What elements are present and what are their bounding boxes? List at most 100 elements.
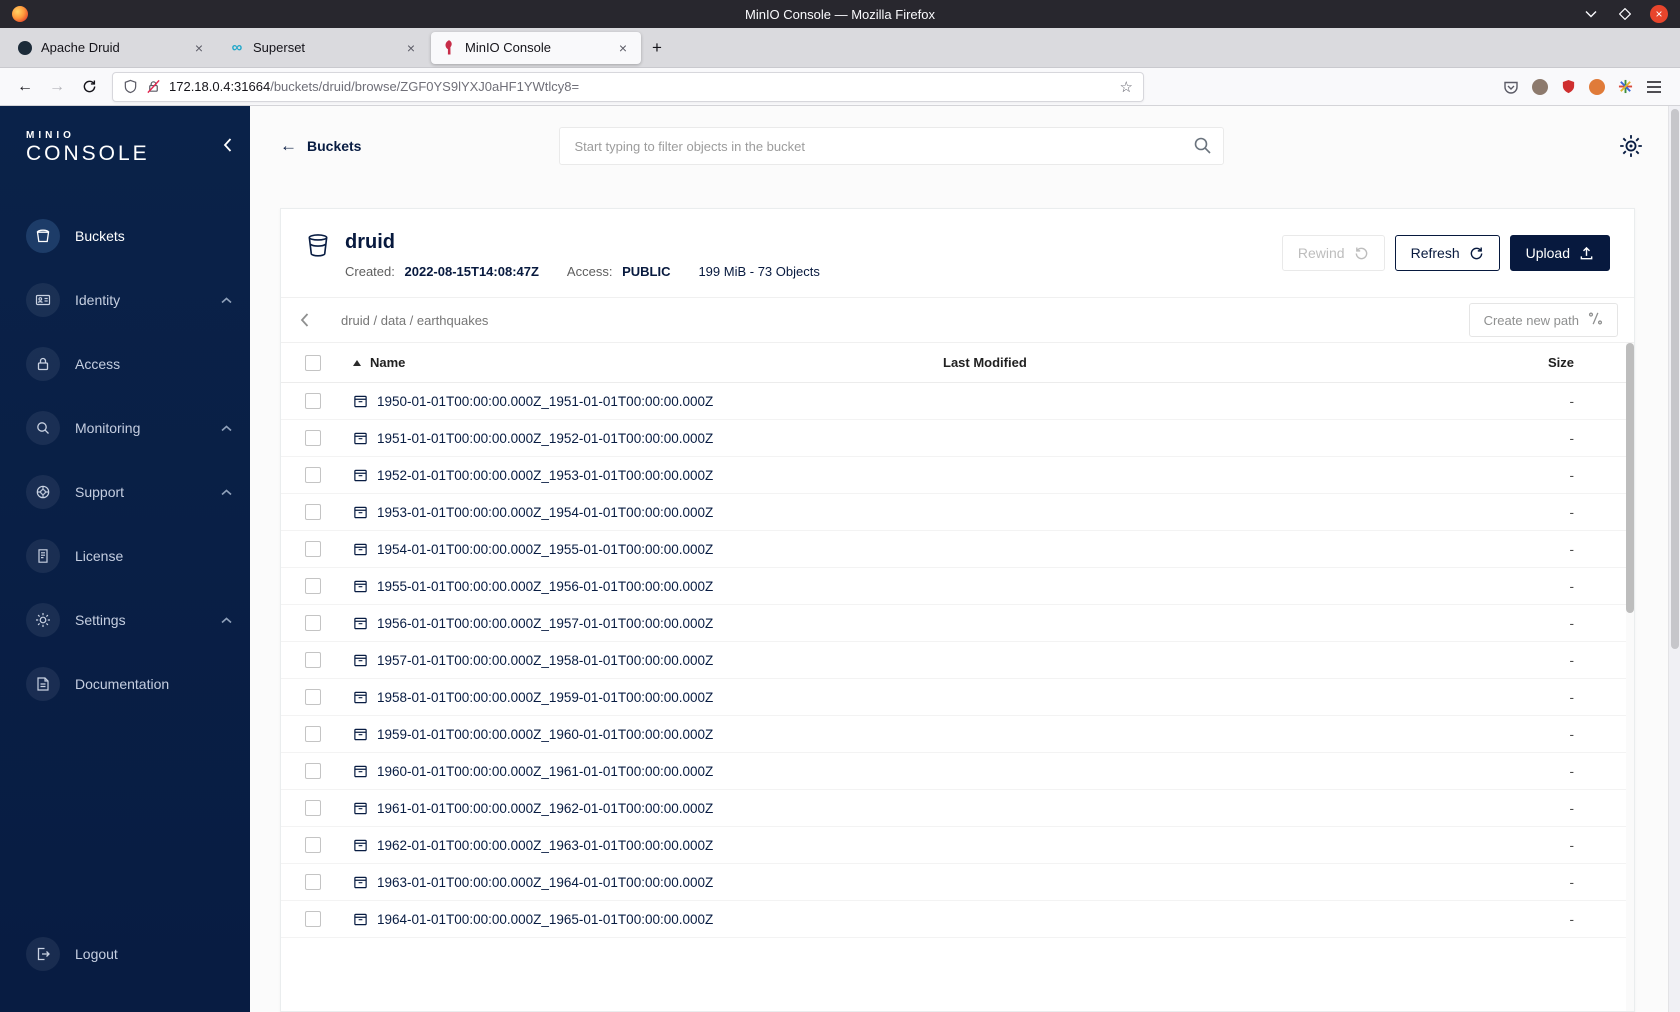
bucket-summary: 199 MiB - 73 Objects: [698, 264, 820, 279]
rewind-button[interactable]: Rewind: [1281, 235, 1385, 271]
table-row[interactable]: 1961-01-01T00:00:00.000Z_1962-01-01T00:0…: [281, 790, 1634, 827]
page-scrollbar-thumb[interactable]: [1671, 109, 1679, 649]
sidebar-collapse-icon[interactable]: [223, 138, 232, 152]
object-name: 1959-01-01T00:00:00.000Z_1960-01-01T00:0…: [377, 726, 714, 742]
name-column-header[interactable]: Name: [353, 355, 943, 370]
ublock-shield-icon[interactable]: [1561, 79, 1576, 94]
table-row[interactable]: 1960-01-01T00:00:00.000Z_1961-01-01T00:0…: [281, 753, 1634, 790]
url-bar[interactable]: 172.18.0.4:31664/buckets/druid/browse/ZG…: [112, 71, 1144, 102]
row-checkbox[interactable]: [305, 763, 321, 779]
row-checkbox[interactable]: [305, 393, 321, 409]
row-checkbox[interactable]: [305, 430, 321, 446]
table-row[interactable]: 1959-01-01T00:00:00.000Z_1960-01-01T00:0…: [281, 716, 1634, 753]
row-checkbox[interactable]: [305, 837, 321, 853]
object-name: 1955-01-01T00:00:00.000Z_1956-01-01T00:0…: [377, 578, 714, 594]
table-scrollbar-thumb[interactable]: [1626, 343, 1634, 613]
row-checkbox[interactable]: [305, 726, 321, 742]
browser-tab[interactable]: Apache Druid ×: [7, 32, 217, 64]
row-checkbox[interactable]: [305, 689, 321, 705]
sidebar-item-label: Access: [75, 356, 121, 372]
refresh-button[interactable]: Refresh: [1394, 235, 1500, 271]
table-row[interactable]: 1958-01-01T00:00:00.000Z_1959-01-01T00:0…: [281, 679, 1634, 716]
upload-button[interactable]: Upload: [1509, 235, 1610, 271]
bookmark-star-icon[interactable]: ☆: [1120, 78, 1133, 96]
extension-icon-3[interactable]: [1618, 79, 1633, 94]
object-icon: [353, 653, 368, 668]
table-row[interactable]: 1955-01-01T00:00:00.000Z_1956-01-01T00:0…: [281, 568, 1634, 605]
table-row[interactable]: 1953-01-01T00:00:00.000Z_1954-01-01T00:0…: [281, 494, 1634, 531]
filter-objects-input[interactable]: [559, 127, 1225, 165]
row-checkbox[interactable]: [305, 578, 321, 594]
arrow-left-icon: ←: [280, 136, 297, 155]
table-row[interactable]: 1956-01-01T00:00:00.000Z_1957-01-01T00:0…: [281, 605, 1634, 642]
reload-icon[interactable]: [74, 72, 104, 102]
last-modified-column-header[interactable]: Last Modified: [943, 355, 1474, 370]
table-row[interactable]: 1957-01-01T00:00:00.000Z_1958-01-01T00:0…: [281, 642, 1634, 679]
table-scrollbar[interactable]: [1626, 343, 1634, 1011]
tab-close-icon[interactable]: ×: [401, 38, 421, 58]
create-new-path-button[interactable]: Create new path: [1468, 303, 1618, 337]
sidebar-item-settings[interactable]: Settings: [0, 588, 250, 652]
tab-close-icon[interactable]: ×: [613, 38, 633, 58]
url-host: 172.18.0.4:31664: [169, 79, 271, 94]
object-icon: [353, 431, 368, 446]
sidebar-item-support[interactable]: Support: [0, 460, 250, 524]
page-scrollbar[interactable]: [1668, 106, 1680, 1012]
logout-icon: [26, 937, 60, 971]
pocket-icon[interactable]: [1503, 79, 1519, 95]
size-cell: -: [1569, 430, 1575, 446]
maximize-icon[interactable]: [1616, 5, 1634, 23]
object-name: 1958-01-01T00:00:00.000Z_1959-01-01T00:0…: [377, 689, 714, 705]
table-row[interactable]: 1963-01-01T00:00:00.000Z_1964-01-01T00:0…: [281, 864, 1634, 901]
logout-label: Logout: [75, 946, 118, 962]
access-icon: [26, 347, 60, 381]
sidebar-item-documentation[interactable]: Documentation: [0, 652, 250, 716]
back-to-buckets-link[interactable]: ← Buckets: [280, 136, 361, 156]
forward-icon[interactable]: →: [42, 72, 72, 102]
table-row[interactable]: 1962-01-01T00:00:00.000Z_1963-01-01T00:0…: [281, 827, 1634, 864]
sidebar-item-license[interactable]: License: [0, 524, 250, 588]
sidebar-item-label: Documentation: [75, 676, 170, 692]
close-window-icon[interactable]: ×: [1650, 5, 1668, 23]
row-checkbox[interactable]: [305, 541, 321, 557]
browser-tab[interactable]: MinIO Console ×: [431, 31, 641, 64]
settings-gear-icon[interactable]: [1618, 133, 1644, 159]
table-row[interactable]: 1950-01-01T00:00:00.000Z_1951-01-01T00:0…: [281, 383, 1634, 420]
new-tab-button[interactable]: +: [642, 33, 672, 63]
sidebar-item-identity[interactable]: Identity: [0, 268, 250, 332]
object-icon: [353, 616, 368, 631]
sidebar-item-buckets[interactable]: Buckets: [0, 204, 250, 268]
insecure-lock-icon[interactable]: [146, 79, 161, 94]
object-rows: 1950-01-01T00:00:00.000Z_1951-01-01T00:0…: [281, 383, 1634, 1011]
row-checkbox[interactable]: [305, 911, 321, 927]
tracking-shield-icon[interactable]: [123, 79, 138, 94]
sidebar-item-monitoring[interactable]: Monitoring: [0, 396, 250, 460]
search-icon[interactable]: [1193, 136, 1212, 160]
row-checkbox[interactable]: [305, 652, 321, 668]
table-row[interactable]: 1954-01-01T00:00:00.000Z_1955-01-01T00:0…: [281, 531, 1634, 568]
path-back-icon[interactable]: [281, 298, 327, 342]
table-row[interactable]: 1951-01-01T00:00:00.000Z_1952-01-01T00:0…: [281, 420, 1634, 457]
tab-close-icon[interactable]: ×: [189, 38, 209, 58]
table-row[interactable]: 1952-01-01T00:00:00.000Z_1953-01-01T00:0…: [281, 457, 1634, 494]
table-row[interactable]: 1964-01-01T00:00:00.000Z_1965-01-01T00:0…: [281, 901, 1634, 938]
row-checkbox[interactable]: [305, 874, 321, 890]
row-checkbox[interactable]: [305, 615, 321, 631]
extension-icon-1[interactable]: [1532, 78, 1548, 95]
row-checkbox[interactable]: [305, 467, 321, 483]
back-icon[interactable]: ←: [10, 72, 40, 102]
row-checkbox[interactable]: [305, 504, 321, 520]
extension-icon-2[interactable]: [1589, 78, 1605, 95]
row-checkbox[interactable]: [305, 800, 321, 816]
superset-icon: ∞: [231, 39, 243, 56]
size-column-header[interactable]: Size: [1474, 355, 1574, 370]
breadcrumb[interactable]: druid / data / earthquakes: [341, 313, 488, 328]
select-all-checkbox[interactable]: [305, 354, 321, 371]
firefox-window: MinIO Console — Mozilla Firefox × Apache…: [0, 0, 1680, 1012]
hamburger-menu-icon[interactable]: [1646, 80, 1662, 94]
browser-tab[interactable]: ∞ Superset ×: [219, 32, 429, 64]
sidebar-item-logout[interactable]: Logout: [0, 922, 250, 986]
minimize-icon[interactable]: [1582, 5, 1600, 23]
sidebar-item-access[interactable]: Access: [0, 332, 250, 396]
tab-label: MinIO Console: [465, 40, 551, 55]
